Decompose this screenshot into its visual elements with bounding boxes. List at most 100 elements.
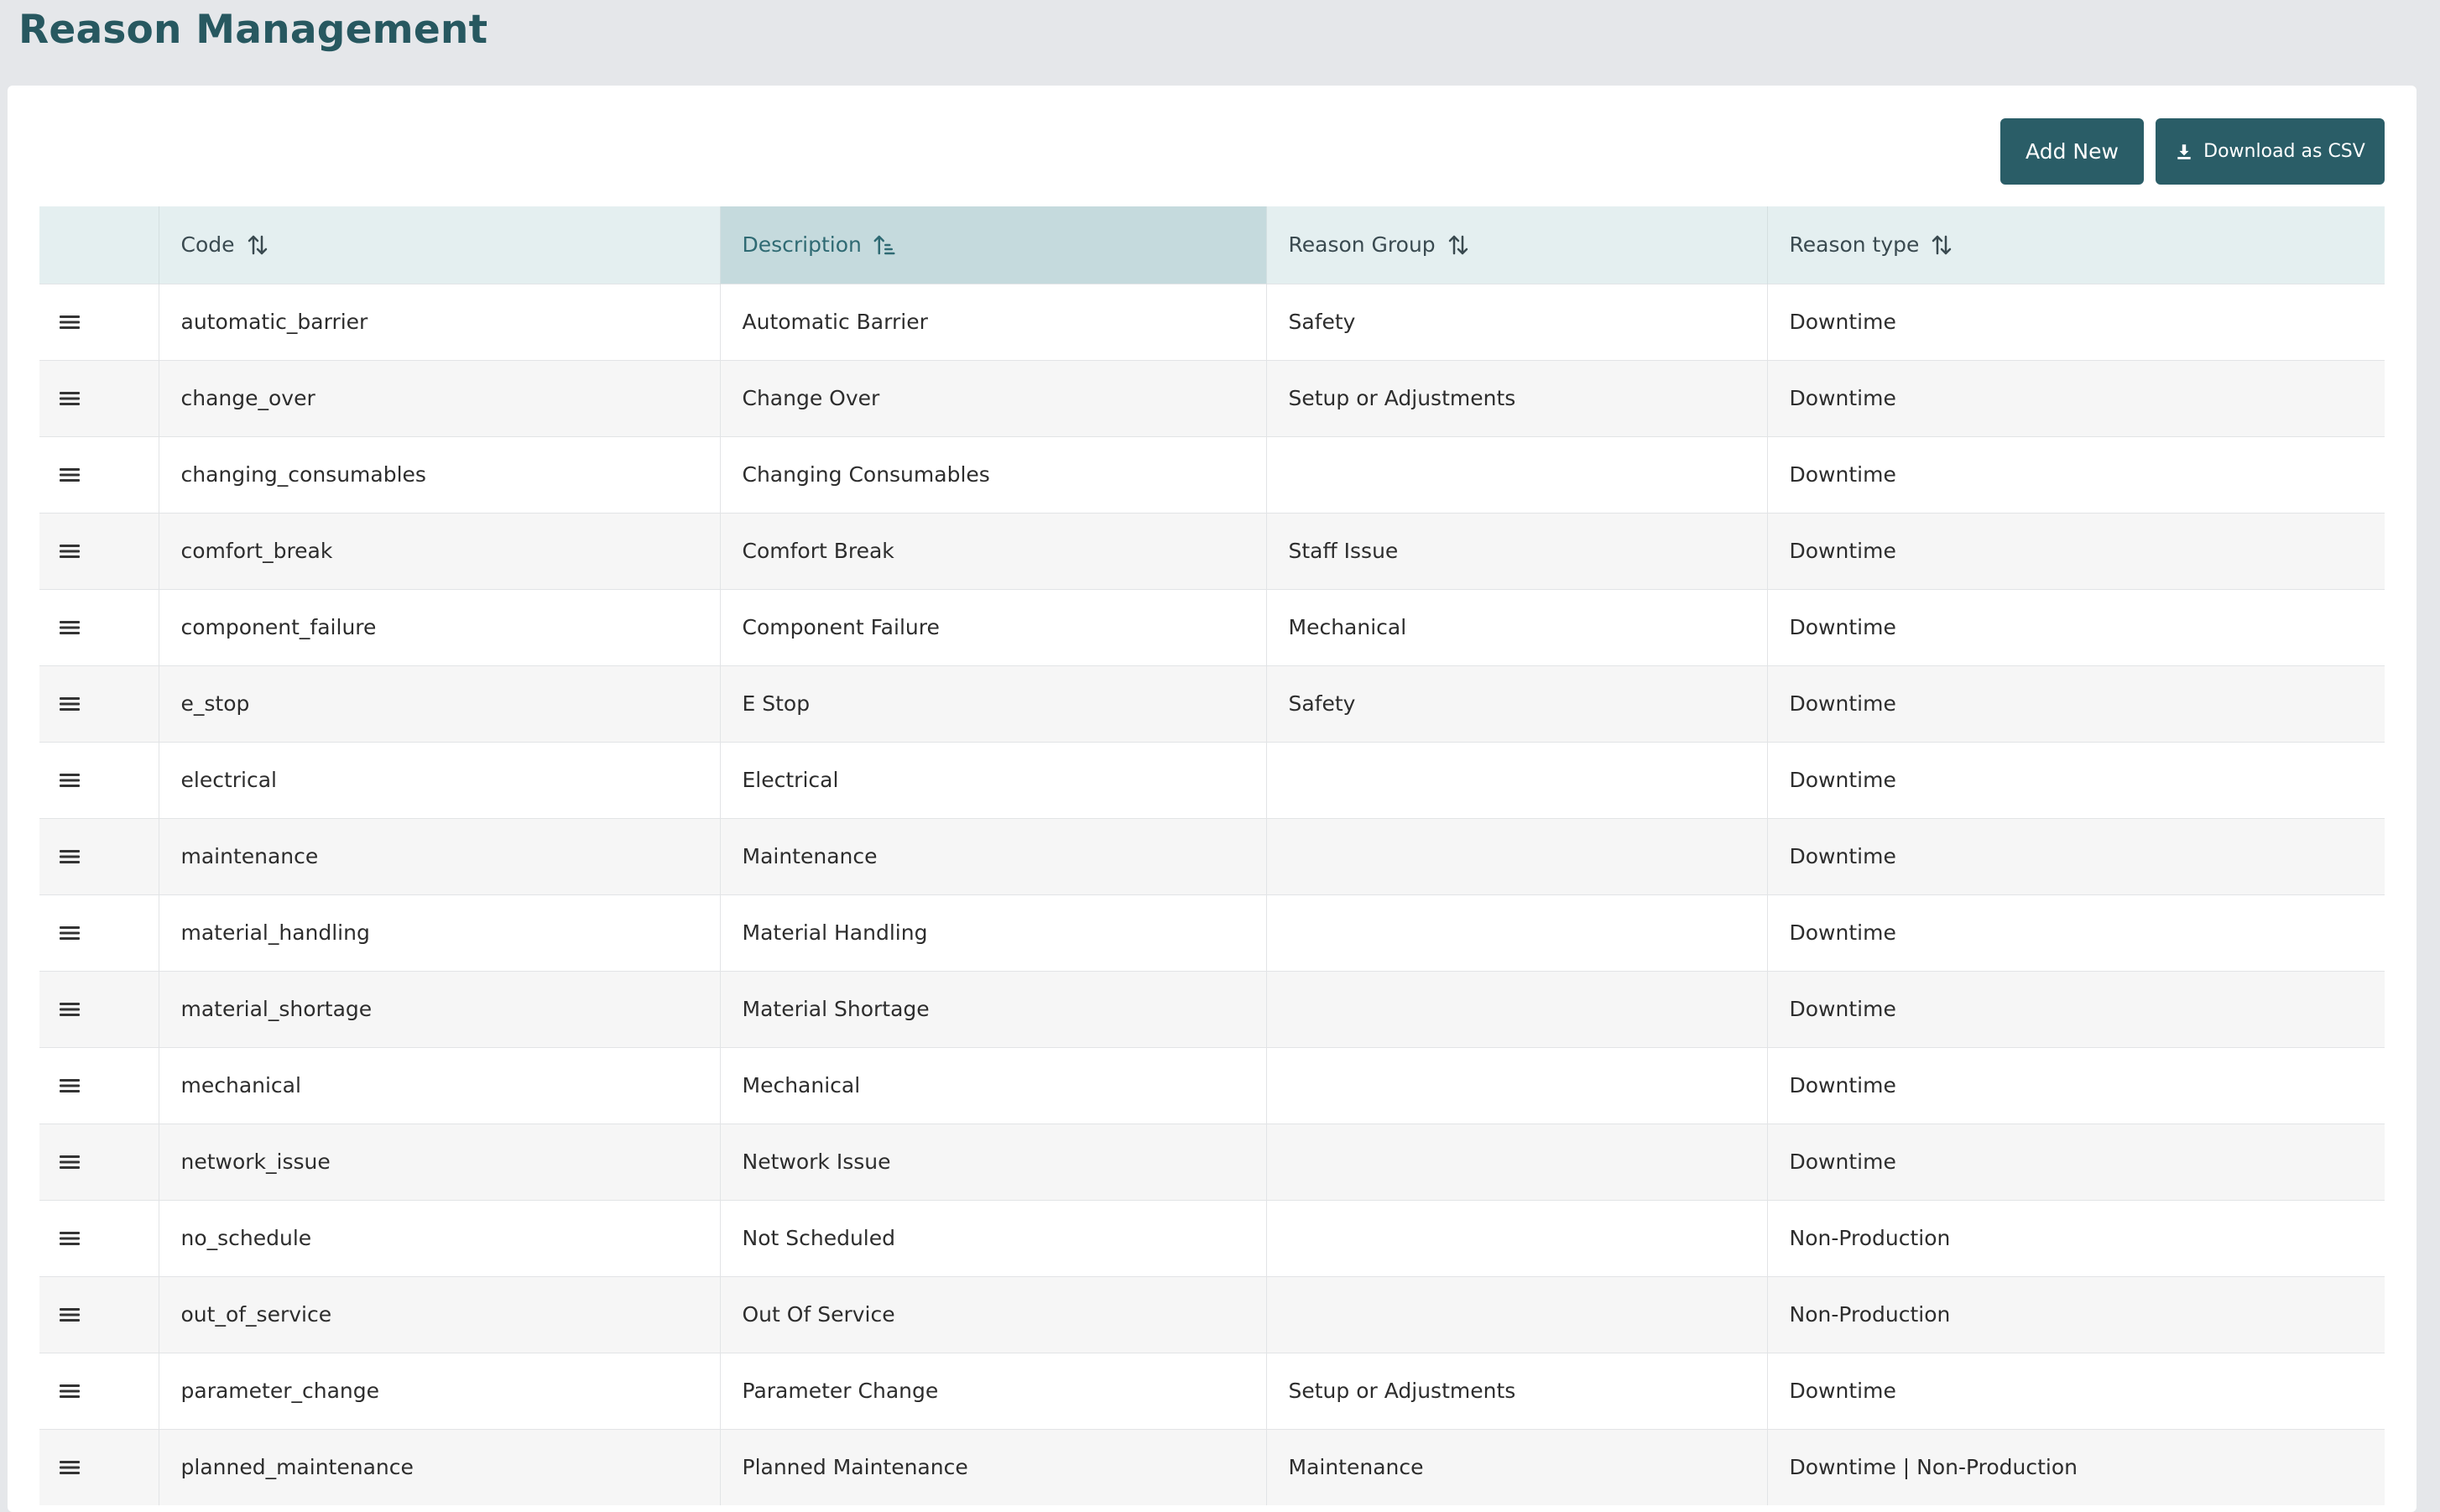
drag-handle-icon[interactable]	[60, 543, 80, 560]
reason-type-cell: Downtime	[1766, 512, 2385, 589]
description-cell: Parameter Change	[719, 1352, 1266, 1429]
drag-handle-cell	[39, 1428, 159, 1505]
drag-handle-icon[interactable]	[60, 1001, 80, 1018]
column-header-code[interactable]: Code	[158, 206, 720, 284]
table-row[interactable]: electrical Electrical Downtime	[39, 741, 2385, 818]
table-row[interactable]: comfort_break Comfort Break Staff Issue Dow…	[39, 512, 2385, 589]
reason-type-cell: Downtime	[1766, 359, 2385, 436]
table-row[interactable]: mechanical Mechanical Downtime	[39, 1046, 2385, 1124]
drag-handle-cell	[39, 512, 159, 589]
drag-handle-icon[interactable]	[60, 772, 80, 789]
reason-type-cell: Downtime	[1766, 1046, 2385, 1124]
drag-handle-icon[interactable]	[60, 696, 80, 712]
add-new-button[interactable]: Add New	[2000, 118, 2144, 185]
code-cell: electrical	[158, 741, 720, 818]
code-cell: automatic_barrier	[158, 283, 720, 360]
reason-type-cell: Downtime	[1766, 283, 2385, 360]
sort-icon[interactable]	[1446, 232, 1471, 258]
table-row[interactable]: maintenance Maintenance Downtime	[39, 817, 2385, 894]
reason-group-cell	[1265, 741, 1767, 818]
drag-handle-icon[interactable]	[60, 1459, 80, 1476]
download-csv-button[interactable]: Download as CSV	[2156, 118, 2385, 185]
reason-type-cell: Downtime	[1766, 1123, 2385, 1200]
drag-handle-icon[interactable]	[60, 619, 80, 636]
description-cell: Not Scheduled	[719, 1199, 1266, 1276]
code-cell: no_schedule	[158, 1199, 720, 1276]
description-cell: Maintenance	[719, 817, 1266, 894]
table-row[interactable]: material_handling Material Handling Downti…	[39, 894, 2385, 971]
table-row[interactable]: network_issue Network Issue Downtime	[39, 1123, 2385, 1200]
description-cell: Automatic Barrier	[719, 283, 1266, 360]
add-new-label: Add New	[2026, 139, 2119, 164]
description-cell: Changing Consumables	[719, 435, 1266, 513]
reason-group-cell: Setup or Adjustments	[1265, 1352, 1767, 1429]
table-row[interactable]: planned_maintenance Planned Maintenance Ma…	[39, 1428, 2385, 1505]
description-cell: Comfort Break	[719, 512, 1266, 589]
table-row[interactable]: automatic_barrier Automatic Barrier Safety…	[39, 283, 2385, 360]
code-cell: parameter_change	[158, 1352, 720, 1429]
description-cell: Material Handling	[719, 894, 1266, 971]
code-cell: e_stop	[158, 665, 720, 742]
table-row[interactable]: material_shortage Material Shortage Downti…	[39, 970, 2385, 1047]
reason-group-cell: Staff Issue	[1265, 512, 1767, 589]
drag-handle-icon[interactable]	[60, 467, 80, 483]
description-cell: Change Over	[719, 359, 1266, 436]
description-cell: Material Shortage	[719, 970, 1266, 1047]
column-header-label: Code	[180, 232, 235, 258]
reason-type-cell: Downtime	[1766, 588, 2385, 665]
sort-icon[interactable]	[245, 232, 270, 258]
drag-handle-cell	[39, 1352, 159, 1429]
reason-type-cell: Downtime	[1766, 741, 2385, 818]
reason-type-cell: Downtime	[1766, 970, 2385, 1047]
reason-type-cell: Downtime	[1766, 817, 2385, 894]
description-cell: E Stop	[719, 665, 1266, 742]
drag-handle-icon[interactable]	[60, 1230, 80, 1247]
drag-handle-icon[interactable]	[60, 314, 80, 331]
code-cell: maintenance	[158, 817, 720, 894]
drag-handle-icon[interactable]	[60, 1077, 80, 1094]
description-cell: Planned Maintenance	[719, 1428, 1266, 1505]
reason-group-cell	[1265, 1046, 1767, 1124]
column-header-label: Description	[742, 232, 862, 258]
drag-handle-icon[interactable]	[60, 390, 80, 407]
table-row[interactable]: e_stop E Stop Safety Downtime	[39, 665, 2385, 742]
table-row[interactable]: parameter_change Parameter Change Setup or…	[39, 1352, 2385, 1429]
drag-handle-cell	[39, 970, 159, 1047]
reason-type-cell: Downtime	[1766, 894, 2385, 971]
drag-handle-icon[interactable]	[60, 925, 80, 941]
sort-icon[interactable]	[1929, 232, 1954, 258]
description-cell: Mechanical	[719, 1046, 1266, 1124]
table-row[interactable]: no_schedule Not Scheduled Non-Production	[39, 1199, 2385, 1276]
code-cell: out_of_service	[158, 1275, 720, 1353]
column-header-handle	[39, 206, 159, 284]
table-row[interactable]: change_over Change Over Setup or Adjustmen…	[39, 359, 2385, 436]
drag-handle-icon[interactable]	[60, 1306, 80, 1323]
description-cell: Out Of Service	[719, 1275, 1266, 1353]
reason-type-cell: Non-Production	[1766, 1199, 2385, 1276]
drag-handle-icon[interactable]	[60, 848, 80, 865]
table-row[interactable]: component_failure Component Failure Mechan…	[39, 588, 2385, 665]
code-cell: planned_maintenance	[158, 1428, 720, 1505]
column-header-description[interactable]: Description	[719, 206, 1266, 284]
table-row[interactable]: out_of_service Out Of Service Non-Producti…	[39, 1275, 2385, 1353]
sort-ascending-icon[interactable]	[872, 232, 897, 258]
table-row[interactable]: changing_consumables Changing Consumables…	[39, 435, 2385, 513]
column-header-reason-type[interactable]: Reason type	[1766, 206, 2385, 284]
drag-handle-cell	[39, 283, 159, 360]
reason-group-cell	[1265, 817, 1767, 894]
column-header-label: Reason Group	[1288, 232, 1436, 258]
reason-type-cell: Downtime	[1766, 1352, 2385, 1429]
drag-handle-cell	[39, 1275, 159, 1353]
reason-group-cell	[1265, 1275, 1767, 1353]
description-cell: Component Failure	[719, 588, 1266, 665]
column-header-reason-group[interactable]: Reason Group	[1265, 206, 1767, 284]
table-header-row: Code Description Reason Group Reason typ…	[39, 206, 2385, 284]
drag-handle-icon[interactable]	[60, 1383, 80, 1400]
drag-handle-cell	[39, 665, 159, 742]
reason-type-cell: Downtime | Non-Production	[1766, 1428, 2385, 1505]
drag-handle-cell	[39, 435, 159, 513]
drag-handle-cell	[39, 1046, 159, 1124]
code-cell: change_over	[158, 359, 720, 436]
code-cell: changing_consumables	[158, 435, 720, 513]
drag-handle-icon[interactable]	[60, 1154, 80, 1170]
